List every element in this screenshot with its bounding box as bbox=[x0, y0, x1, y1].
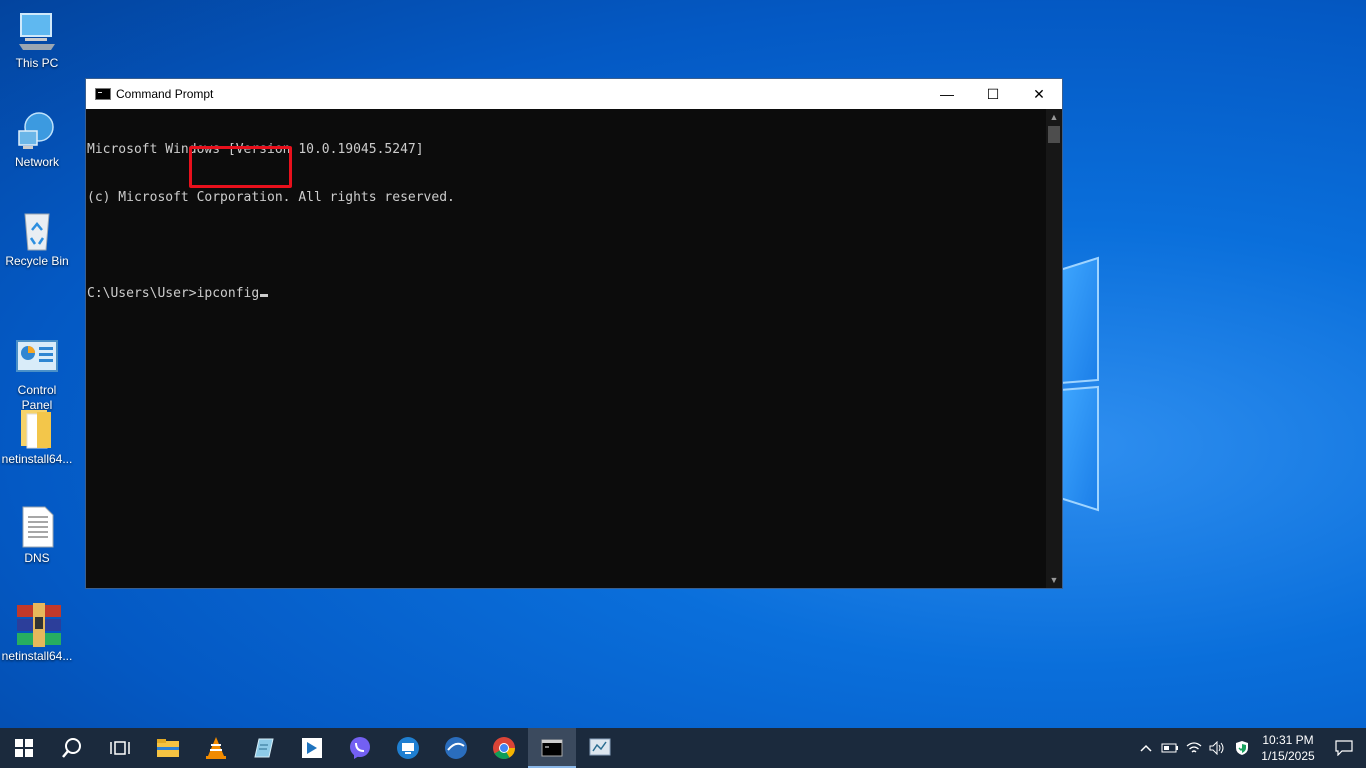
winrar-archive-icon bbox=[15, 603, 61, 647]
security-button[interactable] bbox=[1230, 728, 1254, 768]
desktop-icon-label: DNS bbox=[24, 551, 50, 565]
vlc-button[interactable] bbox=[192, 728, 240, 768]
command-prompt-icon bbox=[95, 88, 111, 100]
console-line: (c) Microsoft Corporation. All rights re… bbox=[87, 190, 455, 205]
recycle-bin-icon bbox=[15, 208, 59, 252]
command-text: C:\Users\User>ipconfig bbox=[87, 286, 260, 301]
network-desktop-icon[interactable]: Network bbox=[0, 109, 74, 170]
dns-desktop-icon[interactable]: DNS bbox=[0, 505, 74, 566]
network-tool-button[interactable] bbox=[576, 728, 624, 768]
viber-icon bbox=[350, 737, 370, 759]
scroll-down-icon[interactable]: ▼ bbox=[1046, 572, 1062, 588]
netinstall-archive-desktop-icon[interactable]: netinstall64... bbox=[0, 603, 74, 664]
speaker-icon bbox=[1209, 741, 1224, 755]
task-view-button[interactable] bbox=[96, 728, 144, 768]
netinstall-folder-desktop-icon[interactable]: netinstall64... bbox=[0, 406, 74, 467]
desktop-icon-label: netinstall64... bbox=[1, 452, 73, 466]
text-document-icon bbox=[15, 505, 59, 549]
command-line[interactable]: C:\Users\User>ipconfig bbox=[87, 286, 1045, 302]
clock[interactable]: 10:31 PM 1/15/2025 bbox=[1254, 732, 1322, 764]
notepad-button[interactable] bbox=[240, 728, 288, 768]
teamviewer-icon bbox=[397, 737, 419, 759]
vlc-icon bbox=[206, 737, 226, 759]
title-bar[interactable]: Command Prompt — ☐ ✕ bbox=[86, 79, 1062, 109]
maximize-button[interactable]: ☐ bbox=[970, 79, 1016, 109]
minimize-icon: — bbox=[940, 86, 954, 102]
battery-button[interactable] bbox=[1158, 728, 1182, 768]
file-explorer-button[interactable] bbox=[144, 728, 192, 768]
desktop-icon-label: Recycle Bin bbox=[5, 254, 69, 268]
minimize-button[interactable]: — bbox=[924, 79, 970, 109]
task-view-icon bbox=[110, 741, 130, 755]
taskbar: 10:31 PM 1/15/2025 bbox=[0, 728, 1366, 768]
desktop-icon-label: netinstall64... bbox=[1, 649, 73, 663]
scroll-thumb[interactable] bbox=[1048, 126, 1060, 143]
show-hidden-icons-button[interactable] bbox=[1134, 728, 1158, 768]
network-tool-icon bbox=[589, 738, 611, 756]
wifi-icon bbox=[1186, 742, 1202, 753]
folder-icon bbox=[15, 406, 59, 450]
chrome-button[interactable] bbox=[480, 728, 528, 768]
this-pc-desktop-icon[interactable]: This PC bbox=[0, 10, 74, 71]
shield-check-icon bbox=[1236, 741, 1248, 755]
teamviewer-button[interactable] bbox=[384, 728, 432, 768]
system-tray: 10:31 PM 1/15/2025 bbox=[1134, 728, 1366, 768]
desktop-icon-label: Network bbox=[14, 155, 59, 169]
chrome-icon bbox=[493, 737, 515, 759]
clock-time: 10:31 PM bbox=[1262, 733, 1314, 747]
notification-icon bbox=[1335, 740, 1353, 756]
network-icon bbox=[15, 109, 59, 153]
notification-center-button[interactable] bbox=[1322, 728, 1366, 768]
chevron-up-icon bbox=[1140, 744, 1152, 752]
windows-start-icon bbox=[15, 739, 33, 757]
winbox-button[interactable] bbox=[432, 728, 480, 768]
control-panel-icon bbox=[15, 322, 59, 372]
close-button[interactable]: ✕ bbox=[1016, 79, 1062, 109]
close-icon: ✕ bbox=[1033, 85, 1045, 102]
notepad-icon bbox=[254, 738, 274, 758]
remote-desktop-icon bbox=[302, 738, 322, 758]
start-button[interactable] bbox=[0, 728, 48, 768]
recycle-bin-desktop-icon[interactable]: Recycle Bin bbox=[0, 208, 74, 269]
annotation-highlight-box bbox=[189, 146, 292, 188]
winbox-icon bbox=[445, 737, 467, 759]
command-prompt-taskbar-button[interactable] bbox=[528, 728, 576, 768]
window-title: Command Prompt bbox=[116, 87, 214, 101]
command-prompt-icon bbox=[541, 739, 563, 757]
volume-button[interactable] bbox=[1206, 728, 1230, 768]
viber-button[interactable] bbox=[336, 728, 384, 768]
desktop-icon-label: This PC bbox=[15, 56, 59, 70]
clock-date: 1/15/2025 bbox=[1261, 749, 1315, 763]
text-cursor bbox=[260, 294, 269, 297]
maximize-icon: ☐ bbox=[986, 85, 1000, 102]
vertical-scrollbar[interactable]: ▲ ▼ bbox=[1046, 109, 1062, 588]
remote-desktop-button[interactable] bbox=[288, 728, 336, 768]
search-button[interactable] bbox=[48, 728, 96, 768]
battery-icon bbox=[1161, 743, 1178, 753]
file-explorer-icon bbox=[157, 739, 179, 757]
wifi-button[interactable] bbox=[1182, 728, 1206, 768]
search-icon bbox=[62, 738, 81, 758]
scroll-up-icon[interactable]: ▲ bbox=[1046, 109, 1062, 125]
computer-icon bbox=[15, 10, 59, 54]
